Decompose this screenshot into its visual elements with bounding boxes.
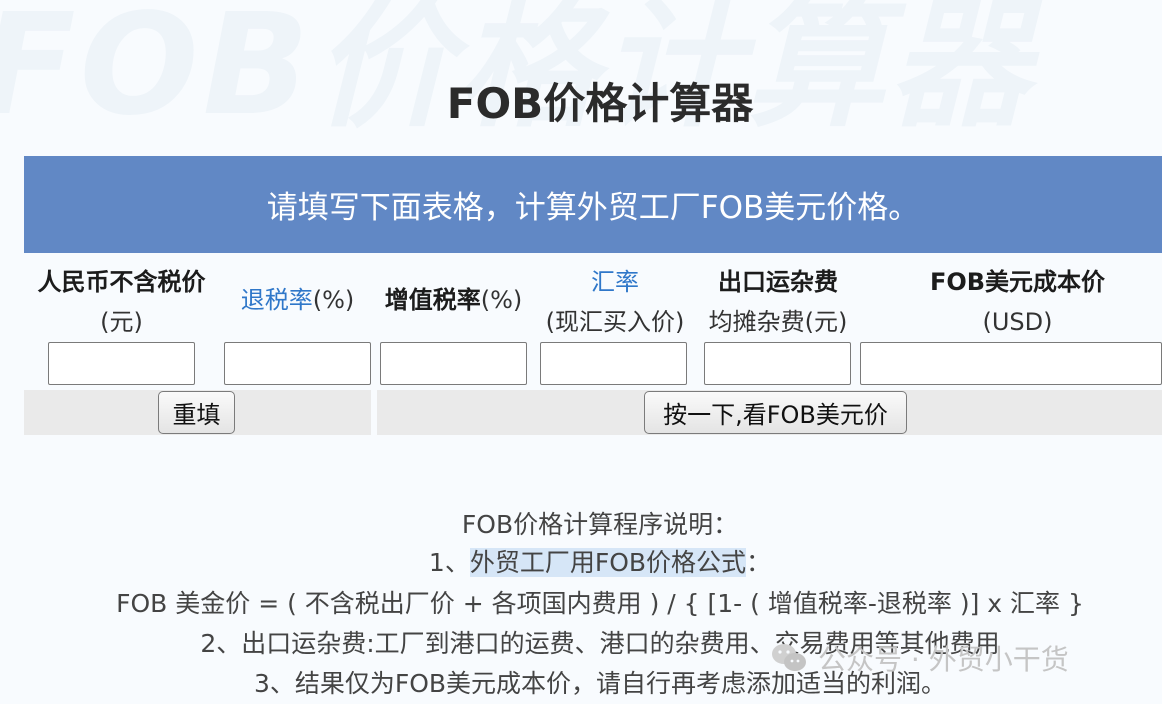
export-freight-input[interactable] <box>704 342 851 385</box>
page: FOB价格计算器 FOB价格计算器 请填写下面表格，计算外贸工厂FOB美元价格。… <box>0 0 1162 704</box>
header-export-freight-unit: 均摊杂费(元) <box>708 308 848 336</box>
notes-item-1-highlight: 外贸工厂用FOB价格公式 <box>469 548 747 577</box>
vat-rate-input[interactable] <box>380 342 527 385</box>
exchange-rate-input[interactable] <box>540 342 687 385</box>
header-tax-refund-label[interactable]: 退税率 <box>241 286 313 314</box>
account-watermark: 公众号 · 外贸小干货 <box>770 638 1069 678</box>
fob-formula: FOB 美金价 = ( 不含税出厂价 + 各项国内费用 ) / { [1- ( … <box>116 589 1084 618</box>
header-export-freight-label: 出口运杂费 <box>718 268 838 296</box>
notes-item-1-colon: ： <box>746 548 772 577</box>
header-fob-usd-label: FOB美元成本价 <box>929 268 1106 296</box>
header-rmb-price-label: 人民币不含税价 <box>37 268 206 296</box>
header-fob-usd-unit: (USD) <box>982 308 1053 336</box>
notes-item-1-number: 1、 <box>428 548 470 577</box>
header-rmb-price: 人民币不含税价 (元) <box>24 262 219 342</box>
header-vat-label: 增值税率 <box>384 286 481 314</box>
rmb-price-input[interactable] <box>48 342 195 385</box>
tax-refund-rate-input[interactable] <box>224 342 371 385</box>
instruction-banner: 请填写下面表格，计算外贸工厂FOB美元价格。 <box>24 156 1162 253</box>
reset-button[interactable]: 重填 <box>158 391 235 434</box>
header-exchange-rate-label[interactable]: 汇率 <box>535 262 695 302</box>
header-exchange-rate: 汇率 (现汇买入价) <box>535 262 695 342</box>
header-tax-refund-rate: 退税率(%) <box>224 280 371 320</box>
notes-heading: FOB价格计算程序说明： <box>461 510 739 539</box>
header-vat-unit: (%) <box>480 286 523 314</box>
page-title: FOB价格计算器 <box>446 79 754 128</box>
notes-item-1: 1、外贸工厂用FOB价格公式： <box>0 543 1162 579</box>
header-exchange-rate-unit: (现汇买入价) <box>545 308 685 336</box>
fob-usd-result-input[interactable] <box>860 342 1162 385</box>
header-vat-rate: 增值税率(%) <box>377 280 530 320</box>
wechat-icon <box>772 644 806 671</box>
account-watermark-text: 公众号 · 外贸小干货 <box>818 643 1069 676</box>
header-tax-refund-unit: (%) <box>312 286 355 314</box>
calculate-fob-button[interactable]: 按一下,看FOB美元价 <box>644 391 907 434</box>
header-export-freight: 出口运杂费 均摊杂费(元) <box>698 262 858 342</box>
header-fob-usd: FOB美元成本价 (USD) <box>905 262 1130 342</box>
header-rmb-price-unit: (元) <box>100 308 143 336</box>
